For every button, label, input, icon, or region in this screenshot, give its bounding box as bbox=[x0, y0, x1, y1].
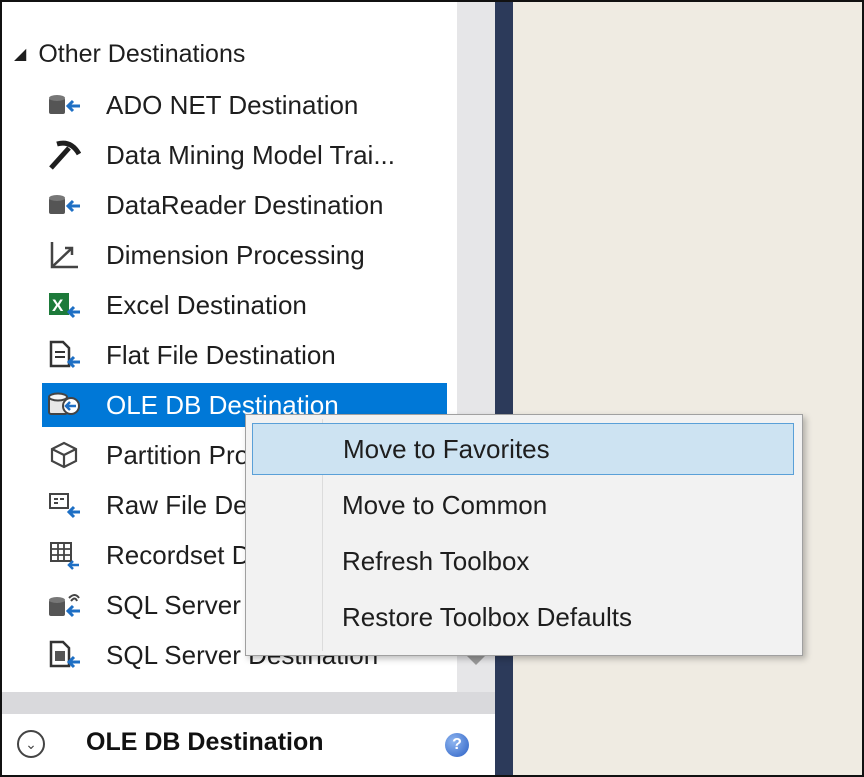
window-frame: ◢ Other Destinations ADO NET Destination bbox=[0, 0, 864, 777]
menu-item-restore-toolbox-defaults[interactable]: Restore Toolbox Defaults bbox=[252, 591, 794, 643]
cube-icon bbox=[42, 433, 86, 477]
context-menu: Move to Favorites Move to Common Refresh… bbox=[245, 414, 803, 656]
raw-file-icon bbox=[42, 483, 86, 527]
group-header-label: Other Destinations bbox=[38, 39, 246, 68]
toolbox-item-label: Dimension Processing bbox=[106, 239, 365, 270]
scroll-down-arrow-icon[interactable] bbox=[467, 656, 485, 665]
excel-icon: X bbox=[42, 283, 86, 327]
sql-server-icon bbox=[42, 633, 86, 677]
toolbox-item-flat-file-destination[interactable]: Flat File Destination bbox=[42, 333, 447, 377]
menu-item-refresh-toolbox[interactable]: Refresh Toolbox bbox=[252, 535, 794, 587]
description-title: OLE DB Destination bbox=[86, 728, 324, 756]
svg-text:X: X bbox=[52, 296, 64, 315]
toolbox-item-label: ADO NET Destination bbox=[106, 89, 359, 120]
chevron-down-icon[interactable]: ⌄ bbox=[17, 730, 45, 758]
toolbox-item-excel-destination[interactable]: X Excel Destination bbox=[42, 283, 447, 327]
menu-item-label: Move to Common bbox=[342, 489, 548, 520]
menu-item-label: Restore Toolbox Defaults bbox=[342, 601, 633, 632]
ole-db-icon bbox=[42, 383, 86, 427]
toolbox-item-dimension-processing[interactable]: Dimension Processing bbox=[42, 233, 447, 277]
toolbox-item-label: Excel Destination bbox=[106, 289, 307, 320]
menu-item-move-to-common[interactable]: Move to Common bbox=[252, 479, 794, 531]
toolbox-item-data-mining-model-training[interactable]: Data Mining Model Trai... bbox=[42, 133, 447, 177]
toolbox-panel: ◢ Other Destinations ADO NET Destination bbox=[2, 2, 497, 775]
menu-item-label: Move to Favorites bbox=[343, 433, 550, 464]
toolbox-item-datareader-destination[interactable]: DataReader Destination bbox=[42, 183, 447, 227]
flat-file-icon bbox=[42, 333, 86, 377]
help-icon[interactable]: ? bbox=[445, 733, 469, 757]
toolbox-item-label: Flat File Destination bbox=[106, 339, 336, 370]
sql-compact-icon bbox=[42, 583, 86, 627]
menu-item-label: Refresh Toolbox bbox=[342, 545, 530, 576]
toolbox-item-label: DataReader Destination bbox=[106, 189, 384, 220]
toolbox-item-ado-net-destination[interactable]: ADO NET Destination bbox=[42, 83, 447, 127]
dimension-axes-icon bbox=[42, 233, 86, 277]
grid-icon bbox=[42, 533, 86, 577]
collapse-triangle-icon[interactable]: ◢ bbox=[14, 44, 26, 64]
panel-divider[interactable] bbox=[2, 692, 497, 714]
toolbox-item-label: Data Mining Model Trai... bbox=[106, 139, 396, 170]
menu-item-move-to-favorites[interactable]: Move to Favorites bbox=[252, 423, 794, 475]
window-splitter[interactable] bbox=[495, 2, 513, 775]
description-panel: ⌄ OLE DB Destination ? bbox=[2, 714, 497, 775]
group-header-other-destinations[interactable]: ◢ Other Destinations bbox=[14, 34, 245, 74]
ado-net-destination-icon bbox=[42, 83, 86, 127]
pickaxe-icon bbox=[42, 133, 86, 177]
datareader-destination-icon bbox=[42, 183, 86, 227]
